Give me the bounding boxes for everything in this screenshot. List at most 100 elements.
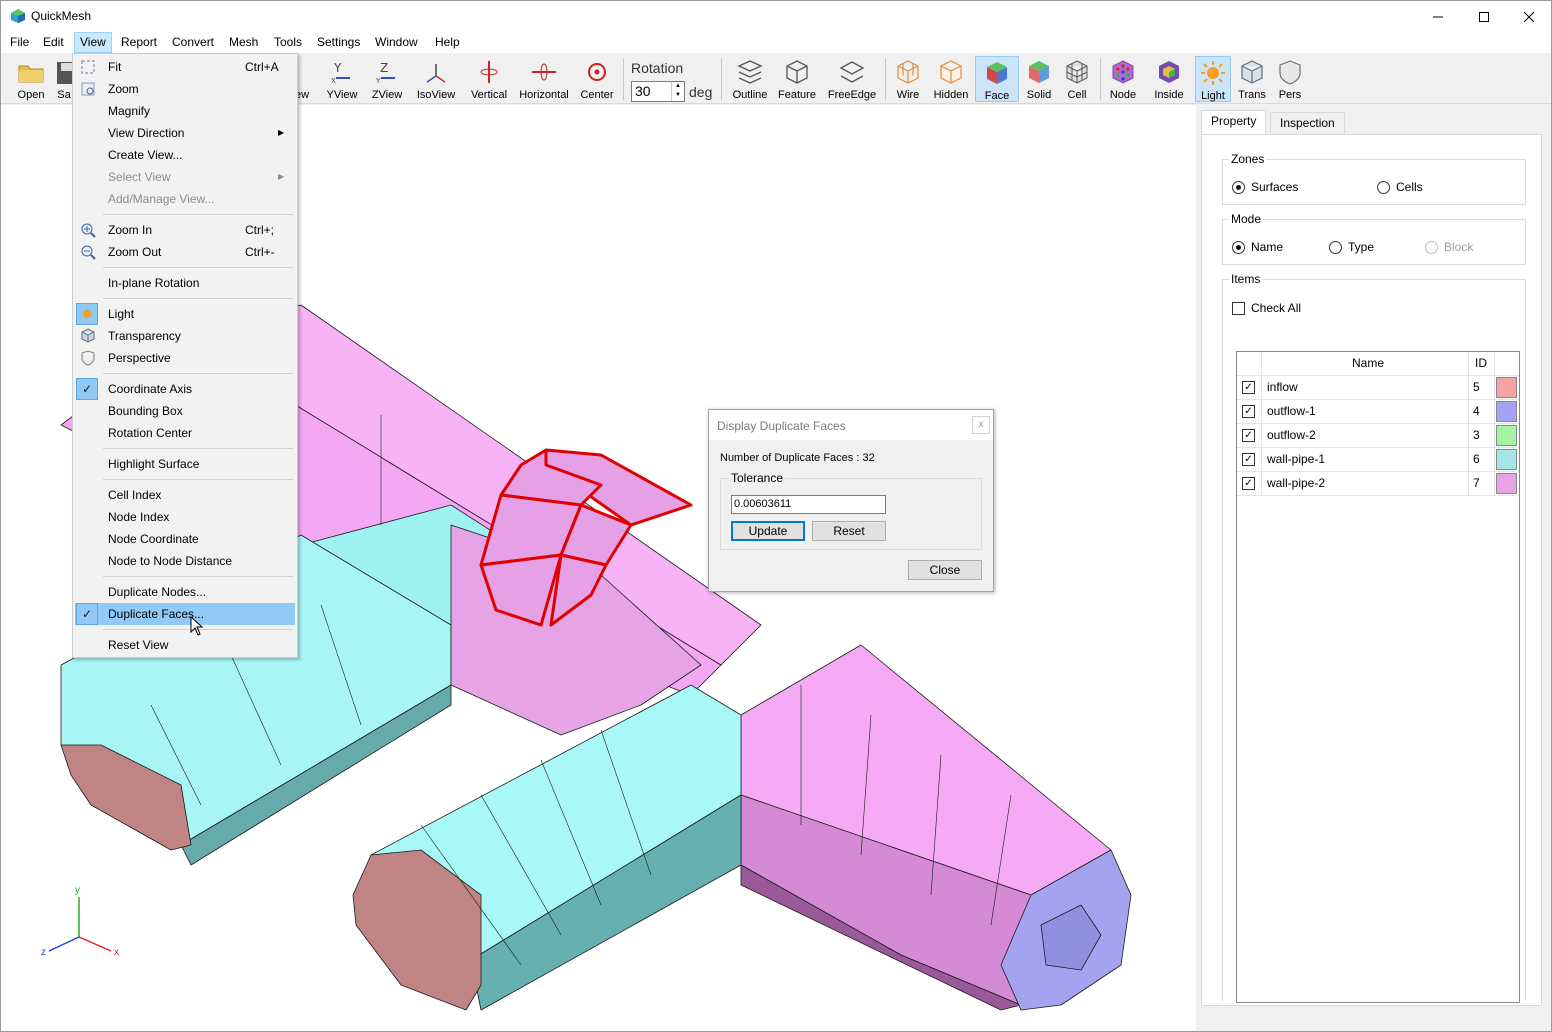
yview-button[interactable]: Y X YView — [323, 56, 361, 102]
reset-button[interactable]: Reset — [812, 521, 886, 541]
menu-item-add-manage-view[interactable]: Add/Manage View... — [75, 188, 295, 210]
rotation-angle-input[interactable]: 30 ▲ ▼ — [631, 81, 685, 102]
menu-item-perspective[interactable]: Perspective — [75, 347, 295, 369]
trans-button[interactable]: Trans — [1235, 56, 1269, 102]
menu-item-zoom-in[interactable]: Zoom In Ctrl+; — [75, 219, 295, 241]
node-button[interactable]: Node — [1105, 56, 1141, 102]
menu-item-fit[interactable]: Fit Ctrl+A — [75, 56, 295, 78]
isoview-button[interactable]: IsoView — [415, 56, 457, 102]
menu-help[interactable]: Help — [430, 32, 465, 53]
menu-item-reset-view[interactable]: Reset View — [75, 634, 295, 656]
light-button[interactable]: Light — [1195, 56, 1231, 102]
menu-item-transparency[interactable]: Transparency — [75, 325, 295, 347]
table-row[interactable]: ✓ wall-pipe-1 6 — [1237, 448, 1519, 472]
menu-tools[interactable]: Tools — [269, 32, 307, 53]
menu-settings[interactable]: Settings — [312, 32, 365, 53]
menu-item-node-index[interactable]: Node Index — [75, 506, 295, 528]
tab-inspection[interactable]: Inspection — [1270, 112, 1345, 135]
rotation-label: Rotation — [631, 60, 684, 76]
menu-report[interactable]: Report — [116, 32, 162, 53]
menu-item-select-view[interactable]: Select View ▶ — [75, 166, 295, 188]
menu-item-duplicate-faces[interactable]: ✓ Duplicate Faces... — [75, 603, 295, 625]
row-checkbox[interactable]: ✓ — [1242, 381, 1255, 394]
name-mode-radio[interactable]: Name — [1232, 240, 1283, 254]
menu-item-highlight-surface[interactable]: Highlight Surface — [75, 453, 295, 475]
vertical-button[interactable]: Vertical — [467, 56, 511, 102]
checkmark-icon: ✓ — [76, 603, 98, 625]
block-mode-radio[interactable]: Block — [1425, 240, 1473, 254]
menu-item-cell-index[interactable]: Cell Index — [75, 484, 295, 506]
dialog-close-x-button[interactable]: x — [972, 416, 990, 434]
cell-button[interactable]: Cell — [1061, 56, 1093, 102]
item-color-swatch[interactable] — [1496, 377, 1517, 398]
close-window-button[interactable] — [1506, 1, 1552, 32]
menu-item-light[interactable]: Light — [75, 303, 295, 325]
hidden-button[interactable]: Hidden — [931, 56, 971, 102]
items-table: Name ID ✓ inflow 5 ✓ outflow-1 4 ✓ outfl… — [1236, 351, 1520, 1003]
menu-item-node-coordinate[interactable]: Node Coordinate — [75, 528, 295, 550]
table-row[interactable]: ✓ inflow 5 — [1237, 376, 1519, 400]
feature-button[interactable]: Feature — [775, 56, 819, 102]
column-id-header[interactable]: ID — [1475, 352, 1487, 375]
dialog-title: Display Duplicate Faces — [717, 419, 846, 433]
menu-item-zoom[interactable]: Zoom — [75, 78, 295, 100]
rotation-spinner[interactable]: ▲ ▼ — [671, 82, 684, 101]
maximize-button[interactable] — [1461, 1, 1507, 32]
freeedge-button[interactable]: FreeEdge — [825, 56, 879, 102]
menu-file[interactable]: File — [5, 32, 34, 53]
row-checkbox[interactable]: ✓ — [1242, 429, 1255, 442]
menu-window[interactable]: Window — [370, 32, 423, 53]
tolerance-input[interactable]: 0.00603611 — [731, 495, 886, 514]
menu-item-create-view[interactable]: Create View... — [75, 144, 295, 166]
minimize-button[interactable] — [1415, 1, 1461, 32]
row-checkbox[interactable]: ✓ — [1242, 405, 1255, 418]
menu-item-rotation-center[interactable]: Rotation Center — [75, 422, 295, 444]
pers-button[interactable]: Pers — [1273, 56, 1307, 102]
menu-item-coordinate-axis[interactable]: ✓ Coordinate Axis — [75, 378, 295, 400]
row-checkbox[interactable]: ✓ — [1242, 453, 1255, 466]
item-color-swatch[interactable] — [1496, 425, 1517, 446]
update-button[interactable]: Update — [731, 521, 805, 541]
type-mode-radio[interactable]: Type — [1329, 240, 1374, 254]
horizontal-button[interactable]: Horizontal — [517, 56, 571, 102]
menu-item-inplane-rotation[interactable]: In-plane Rotation — [75, 272, 295, 294]
save-icon — [57, 62, 73, 84]
wire-button[interactable]: Wire — [891, 56, 925, 102]
row-checkbox[interactable]: ✓ — [1242, 477, 1255, 490]
menu-convert[interactable]: Convert — [167, 32, 219, 53]
item-color-swatch[interactable] — [1496, 449, 1517, 470]
zview-button[interactable]: Z Y ZView — [369, 56, 405, 102]
face-button[interactable]: Face — [975, 56, 1019, 102]
outline-button[interactable]: Outline — [729, 56, 771, 102]
item-color-swatch[interactable] — [1496, 473, 1517, 494]
menu-view[interactable]: View — [74, 32, 112, 53]
table-row[interactable]: ✓ outflow-2 3 — [1237, 424, 1519, 448]
tab-property[interactable]: Property — [1201, 110, 1267, 135]
solid-button[interactable]: Solid — [1023, 56, 1055, 102]
axis-y-label: y — [75, 885, 80, 896]
menu-edit[interactable]: Edit — [38, 32, 69, 53]
menu-item-view-direction[interactable]: View Direction ▶ — [75, 122, 295, 144]
open-button[interactable]: Open — [11, 56, 51, 102]
table-row[interactable]: ✓ wall-pipe-2 7 — [1237, 472, 1519, 496]
save-button[interactable]: Sa — [55, 56, 73, 102]
dialog-close-button[interactable]: Close — [908, 560, 982, 580]
menu-item-duplicate-nodes[interactable]: Duplicate Nodes... — [75, 581, 295, 603]
menu-item-zoom-out[interactable]: Zoom Out Ctrl+- — [75, 241, 295, 263]
perspective-shield-icon — [1279, 60, 1301, 85]
table-row[interactable]: ✓ outflow-1 4 — [1237, 400, 1519, 424]
menu-mesh[interactable]: Mesh — [224, 32, 263, 53]
surfaces-radio[interactable]: Surfaces — [1232, 180, 1298, 194]
target-icon — [588, 63, 606, 81]
check-all-checkbox[interactable]: Check All — [1232, 301, 1301, 315]
window-title: QuickMesh — [31, 9, 92, 23]
inside-button[interactable]: Inside — [1149, 56, 1189, 102]
center-button[interactable]: Center — [577, 56, 617, 102]
cells-radio[interactable]: Cells — [1377, 180, 1423, 194]
duplicate-faces-dialog: Display Duplicate Faces x Number of Dupl… — [708, 409, 994, 592]
column-name-header[interactable]: Name — [1267, 352, 1469, 375]
menu-item-node-to-node-distance[interactable]: Node to Node Distance — [75, 550, 295, 572]
item-color-swatch[interactable] — [1496, 401, 1517, 422]
menu-item-bounding-box[interactable]: Bounding Box — [75, 400, 295, 422]
menu-item-magnify[interactable]: Magnify — [75, 100, 295, 122]
